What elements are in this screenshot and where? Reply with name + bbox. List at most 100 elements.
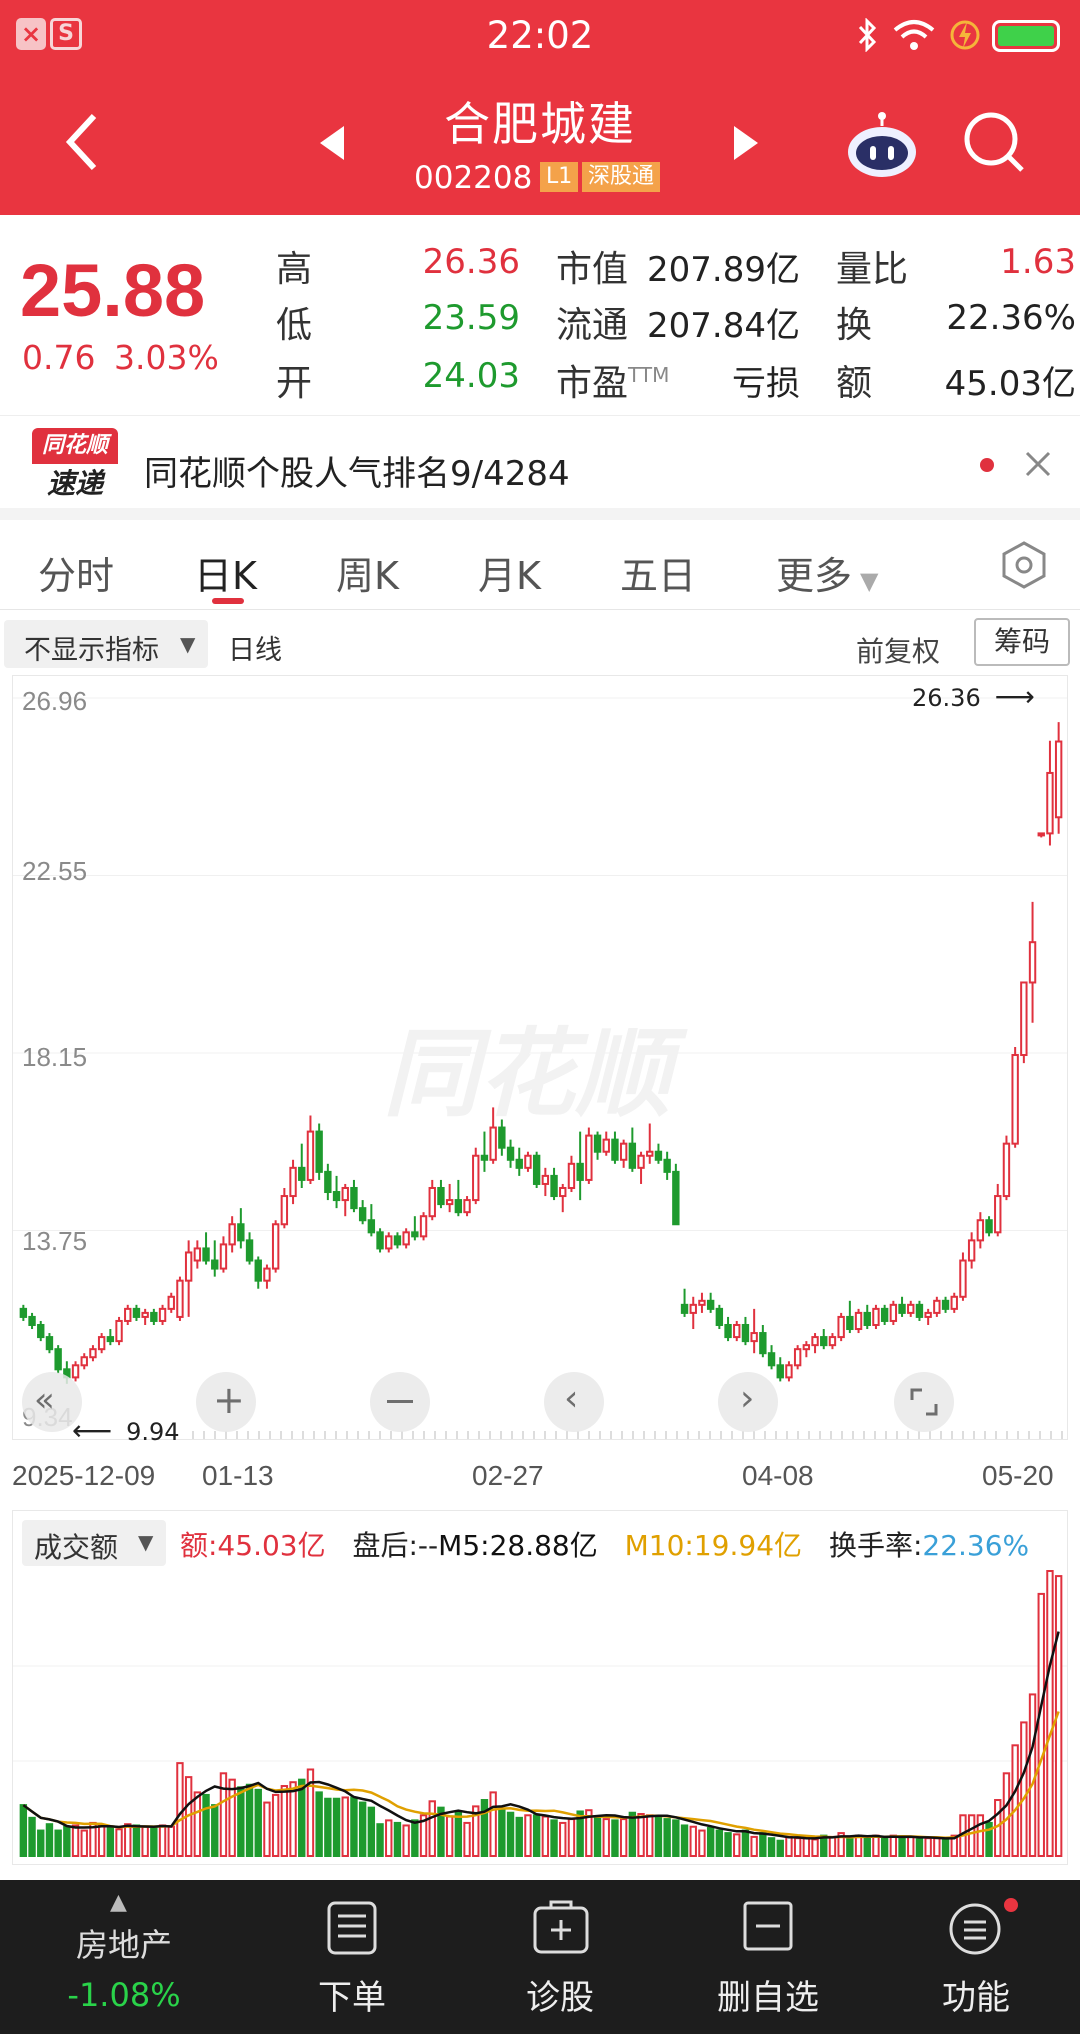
candle-body <box>280 1195 289 1226</box>
kline-chart[interactable]: 同花顺 <box>12 675 1068 1440</box>
tab-daily-k[interactable]: 日K <box>194 545 257 600</box>
expand-icon <box>910 1388 938 1416</box>
adjust-mode[interactable]: 前复权 <box>856 630 940 670</box>
charging-icon <box>950 20 980 50</box>
volume-bar <box>689 1825 697 1857</box>
candle-body <box>376 1231 384 1250</box>
tab-monthly-k[interactable]: 月K <box>478 545 541 600</box>
date-label-1: 01-13 <box>202 1460 274 1491</box>
candle-body <box>298 1166 306 1181</box>
volume-bar <box>193 1791 202 1858</box>
volume-bar <box>637 1813 645 1858</box>
chips-button[interactable]: 筹码 <box>974 618 1070 666</box>
candle-body <box>254 1259 262 1282</box>
volume-svg <box>13 1570 1067 1858</box>
candle-body <box>619 1142 628 1161</box>
volume-bar <box>593 1815 602 1858</box>
zoom-in-button[interactable]: + <box>196 1372 256 1432</box>
zoom-out-button[interactable] <box>370 1372 430 1432</box>
candle-body <box>532 1154 541 1185</box>
volume-bar <box>967 1814 976 1857</box>
candle-body <box>202 1247 210 1262</box>
volume-bar <box>924 1837 932 1857</box>
candle-body <box>80 1356 88 1367</box>
search-icon[interactable] <box>962 110 1028 176</box>
candle-body <box>419 1215 428 1238</box>
nav-functions[interactable]: 功能 <box>868 1880 1080 2034</box>
volume-bar <box>167 1825 175 1857</box>
volume-bar <box>480 1799 489 1857</box>
volume-bar <box>828 1835 837 1858</box>
diagnose-icon <box>533 1900 589 1954</box>
volume-bar <box>498 1809 506 1858</box>
volume-bar <box>71 1824 80 1858</box>
candle-body <box>689 1303 697 1314</box>
max-price-label: 26.36 ⟶ <box>912 680 1035 713</box>
sector-item[interactable]: ▲ 房地产 -1.08% <box>16 1880 232 2034</box>
candle-body <box>402 1231 410 1246</box>
next-stock-icon[interactable] <box>732 124 760 162</box>
candle-body <box>985 1219 993 1234</box>
volume-bar <box>445 1815 454 1858</box>
volume-bar <box>802 1835 811 1858</box>
nav-order[interactable]: 下单 <box>244 1880 460 2034</box>
nav-order-label: 下单 <box>318 1978 386 2018</box>
candle-body <box>480 1154 489 1161</box>
vr-value: 1.63 <box>1000 242 1076 282</box>
candle-body <box>854 1311 863 1331</box>
close-icon[interactable] <box>1024 450 1052 478</box>
notification-dot-icon <box>1004 1898 1018 1912</box>
candle-body <box>776 1364 784 1379</box>
min-price-text: 9.94 <box>126 1418 180 1446</box>
candle-body <box>437 1186 445 1206</box>
price-change-pct: 3.03% <box>114 338 219 377</box>
scroll-start-button[interactable]: « <box>22 1372 82 1432</box>
volume-bar <box>793 1837 802 1857</box>
candle-body <box>454 1199 463 1214</box>
settings-hex-icon[interactable] <box>1000 540 1048 590</box>
volume-bar <box>663 1818 671 1858</box>
candle-body <box>393 1235 402 1246</box>
volume-bar <box>141 1825 149 1857</box>
volume-bar <box>532 1814 541 1857</box>
volume-bar <box>271 1793 280 1857</box>
tab-intraday[interactable]: 分时 <box>38 545 114 600</box>
scroll-left-button[interactable]: ‹ <box>544 1372 604 1432</box>
max-price-text: 26.36 <box>912 684 981 712</box>
candle-body <box>506 1146 515 1161</box>
fullscreen-button[interactable] <box>894 1372 954 1432</box>
volume-bar <box>263 1801 271 1857</box>
indicator-select[interactable]: 不显示指标 ▼ <box>4 620 208 668</box>
tab-five-day[interactable]: 五日 <box>620 545 696 600</box>
min-price-label: ⟵ 9.94 <box>72 1414 180 1447</box>
nav-remove-watchlist[interactable]: 删自选 <box>660 1880 876 2034</box>
candle-body <box>237 1223 245 1242</box>
pe-label-text: 市盈 <box>556 363 629 404</box>
remove-icon <box>743 1901 793 1951</box>
candle-body <box>863 1311 871 1326</box>
volume-bar <box>941 1838 950 1857</box>
volume-bar <box>506 1811 515 1857</box>
candle-body <box>759 1332 767 1355</box>
tab-more[interactable]: 更多 ▼ <box>776 545 878 600</box>
scroll-right-button[interactable]: › <box>718 1372 778 1432</box>
volume-chart[interactable] <box>12 1510 1068 1865</box>
candle-body <box>1020 981 1028 1057</box>
volume-bar <box>454 1811 463 1857</box>
robot-assistant-icon[interactable] <box>846 112 918 178</box>
status-bar: × S 22:02 <box>0 0 1080 70</box>
float-label: 流通 <box>556 305 629 346</box>
volume-bar <box>1046 1570 1054 1857</box>
tab-weekly-k[interactable]: 周K <box>336 545 399 600</box>
volume-bar <box>776 1839 784 1858</box>
candle-body <box>341 1186 349 1202</box>
news-banner[interactable]: 同花顺 速递 同花顺个股人气排名9/4284 <box>0 415 1080 520</box>
caret-down-icon: ▼ <box>860 567 879 595</box>
volume-bar <box>907 1835 915 1858</box>
candle-body <box>45 1336 54 1351</box>
level-tag: L1 <box>540 162 579 192</box>
volume-bar <box>158 1824 167 1858</box>
nav-diagnose[interactable]: 诊股 <box>452 1880 668 2034</box>
volume-bar <box>132 1824 141 1858</box>
candle-body <box>71 1364 80 1379</box>
